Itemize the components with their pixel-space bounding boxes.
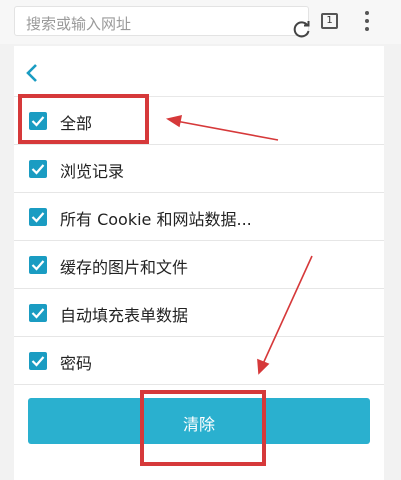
tab-count: 1 <box>326 15 333 26</box>
divider <box>14 384 384 385</box>
more-vert-icon[interactable] <box>362 11 372 33</box>
checkbox-checked-icon[interactable] <box>29 256 47 274</box>
option-passwords[interactable]: 密码 <box>14 337 384 385</box>
checkbox-checked-icon[interactable] <box>29 208 47 226</box>
option-cache[interactable]: 缓存的图片和文件 <box>14 241 384 289</box>
option-cookies[interactable]: 所有 Cookie 和网站数据... <box>14 193 384 241</box>
address-bar[interactable]: 搜索或输入网址 <box>14 6 312 39</box>
address-placeholder: 搜索或输入网址 <box>26 15 132 33</box>
refresh-icon[interactable] <box>292 19 312 39</box>
checkbox-checked-icon[interactable] <box>29 304 47 322</box>
option-label: 自动填充表单数据 <box>60 306 189 325</box>
option-browsing-history[interactable]: 浏览记录 <box>14 145 384 193</box>
back-chevron-icon[interactable] <box>24 62 40 84</box>
tabs-icon[interactable]: 1 <box>321 13 338 29</box>
option-label: 密码 <box>60 354 93 373</box>
annotation-box-all <box>18 94 149 144</box>
annotation-box-clear <box>140 390 266 466</box>
checkbox-checked-icon[interactable] <box>29 160 47 178</box>
option-autofill[interactable]: 自动填充表单数据 <box>14 289 384 337</box>
option-label: 浏览记录 <box>60 162 125 181</box>
option-label: 所有 Cookie 和网站数据... <box>60 210 252 229</box>
browser-toolbar: 搜索或输入网址 1 <box>0 0 401 44</box>
checkbox-checked-icon[interactable] <box>29 352 47 370</box>
option-label: 缓存的图片和文件 <box>60 258 189 277</box>
